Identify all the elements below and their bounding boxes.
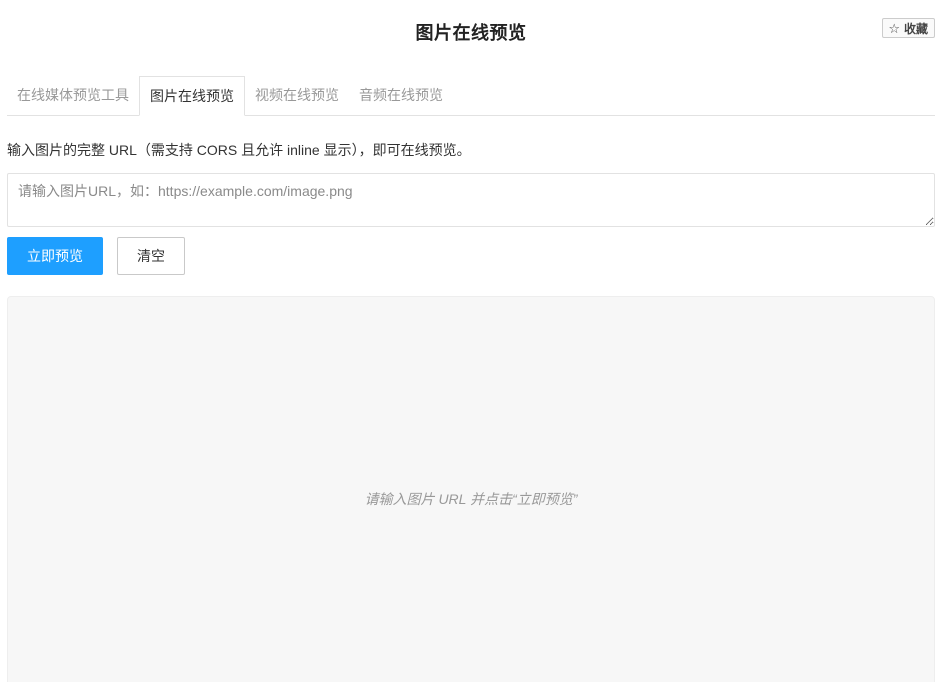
description-text: 输入图片的完整 URL（需支持 CORS 且允许 inline 显示），即可在线… (7, 142, 471, 158)
tab-video-preview[interactable]: 视频在线预览 (245, 76, 349, 115)
header: 图片在线预览 ☆ 收藏 (7, 0, 935, 62)
tab-bar: 在线媒体预览工具 图片在线预览 视频在线预览 音频在线预览 (7, 62, 935, 116)
tab-audio-preview[interactable]: 音频在线预览 (349, 76, 453, 115)
page-title: 图片在线预览 (415, 23, 527, 43)
preview-hint: 请输入图片 URL 并点击“立即预览” (364, 491, 578, 507)
tab-image-preview[interactable]: 图片在线预览 (139, 76, 245, 116)
favorite-label: 收藏 (903, 21, 928, 36)
star-outline-icon: ☆ (888, 20, 900, 36)
clear-button[interactable]: 清空 (117, 237, 185, 275)
button-row: 立即预览 清空 (7, 237, 935, 275)
page: 图片在线预览 ☆ 收藏 在线媒体预览工具 图片在线预览 视频在线预览 音频在线预… (0, 0, 951, 682)
preview-area: 请输入图片 URL 并点击“立即预览” (7, 296, 935, 682)
favorite-button[interactable]: ☆ 收藏 (882, 18, 935, 38)
image-url-input[interactable] (7, 173, 935, 227)
preview-button[interactable]: 立即预览 (7, 237, 103, 275)
tab-media-tools[interactable]: 在线媒体预览工具 (7, 76, 139, 115)
